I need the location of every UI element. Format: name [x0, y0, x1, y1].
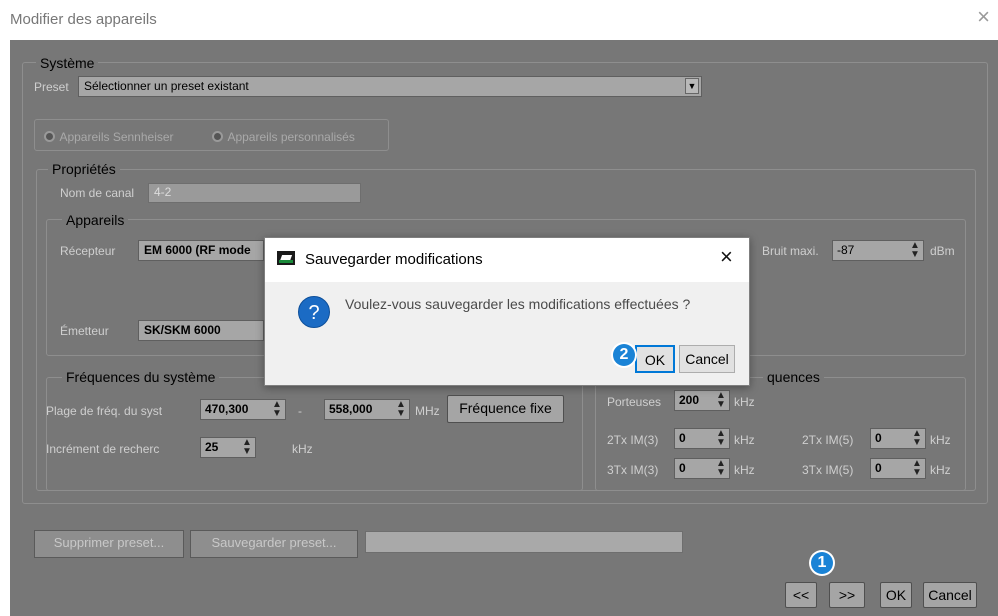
delete-preset-button[interactable]: Supprimer preset... — [34, 530, 184, 558]
im2x3-value: 0 — [679, 431, 686, 445]
fixed-frequency-button[interactable]: Fréquence fixe — [447, 395, 564, 423]
range-to-value: 558,000 — [329, 402, 373, 416]
radio-icon — [44, 131, 55, 143]
app-logo-icon — [277, 251, 295, 265]
carriers-spinbox[interactable]: 200 ▲ ▼ — [674, 390, 730, 411]
dialog-message: Voulez-vous sauvegarder les modification… — [345, 296, 691, 312]
preset-value: Sélectionner un preset existant — [84, 79, 249, 93]
im3x5-spinbox[interactable]: 0 ▲ ▼ — [870, 458, 926, 479]
channel-label: Nom de canal — [60, 186, 135, 200]
im2x3-label: 2Tx IM(3) — [607, 433, 659, 447]
proprietes-title: Propriétés — [48, 161, 120, 177]
range-unit: MHz — [415, 404, 440, 418]
im2x3-unit: kHz — [734, 433, 755, 447]
dialog-title: Sauvegarder modifications — [305, 251, 483, 268]
question-icon: ? — [298, 296, 330, 328]
step-unit: kHz — [292, 442, 313, 456]
channel-name-field[interactable]: 4-2 — [148, 183, 361, 203]
im2x5-spinbox[interactable]: 0 ▲ ▼ — [870, 428, 926, 449]
im3x3-value: 0 — [679, 461, 686, 475]
window-close-icon[interactable]: × — [977, 6, 990, 28]
spin-arrows-icon[interactable]: ▲ ▼ — [394, 400, 408, 419]
noise-spinbox[interactable]: -87 ▲ ▼ — [832, 240, 924, 261]
noise-label: Bruit maxi. — [762, 244, 819, 258]
im3x3-unit: kHz — [734, 463, 755, 477]
noise-unit: dBm — [930, 244, 955, 258]
dialog-ok-button[interactable]: OK — [635, 345, 675, 373]
next-button[interactable]: >> — [829, 582, 865, 608]
im3x5-value: 0 — [875, 461, 882, 475]
dialog-close-icon[interactable]: × — [720, 246, 733, 268]
range-to-spinbox[interactable]: 558,000 ▲ ▼ — [324, 399, 410, 420]
step-value: 25 — [205, 440, 219, 454]
frequences-title: Fréquences du système — [62, 369, 220, 385]
appareils-title: Appareils — [62, 212, 129, 228]
save-changes-dialog: Sauvegarder modifications × ? Voulez-vou… — [264, 237, 750, 386]
range-from-spinbox[interactable]: 470,300 ▲ ▼ — [200, 399, 286, 420]
radio-icon — [212, 131, 223, 143]
im2x5-unit: kHz — [930, 433, 951, 447]
spin-arrows-icon[interactable]: ▲ ▼ — [910, 459, 924, 478]
radio-sennheiser-label: Appareils Sennheiser — [59, 130, 174, 144]
receiver-select[interactable]: EM 6000 (RF mode — [138, 240, 264, 261]
previous-button[interactable]: << — [785, 582, 817, 608]
cancel-button[interactable]: Cancel — [923, 582, 977, 608]
radio-custom-label: Appareils personnalisés — [227, 130, 355, 144]
carriers-value: 200 — [679, 393, 700, 407]
intermod-title: quences — [763, 369, 824, 385]
spin-arrows-icon[interactable]: ▲ ▼ — [714, 459, 728, 478]
carriers-label: Porteuses — [607, 395, 662, 409]
im3x5-unit: kHz — [930, 463, 951, 477]
im3x3-label: 3Tx IM(3) — [607, 463, 659, 477]
ok-button[interactable]: OK — [880, 582, 912, 608]
spin-arrows-icon[interactable]: ▲ ▼ — [270, 400, 284, 419]
transmitter-select[interactable]: SK/SKM 6000 — [138, 320, 264, 341]
step-badge-1: 1 — [811, 552, 833, 574]
im3x3-spinbox[interactable]: 0 ▲ ▼ — [674, 458, 730, 479]
range-label: Plage de fréq. du syst — [46, 404, 163, 418]
dialog-cancel-button[interactable]: Cancel — [679, 345, 735, 373]
im2x3-spinbox[interactable]: 0 ▲ ▼ — [674, 428, 730, 449]
step-badge-2: 2 — [613, 344, 635, 366]
range-from-value: 470,300 — [205, 402, 249, 416]
chevron-down-icon[interactable]: ▼ — [685, 78, 699, 94]
radio-custom[interactable]: Appareils personnalisés — [212, 128, 355, 146]
receiver-label: Récepteur — [60, 244, 116, 258]
spin-arrows-icon[interactable]: ▲ ▼ — [714, 391, 728, 410]
noise-value: -87 — [837, 243, 855, 257]
im2x5-value: 0 — [875, 431, 882, 445]
window-title: Modifier des appareils — [10, 11, 157, 28]
dialog-titlebar: Sauvegarder modifications × — [265, 238, 749, 282]
step-spinbox[interactable]: 25 ▲ ▼ — [200, 437, 256, 458]
preset-select[interactable]: Sélectionner un preset existant ▼ — [78, 76, 702, 97]
preset-name-field[interactable] — [365, 531, 683, 553]
radio-sennheiser[interactable]: Appareils Sennheiser — [44, 128, 174, 146]
spin-arrows-icon[interactable]: ▲ ▼ — [910, 429, 924, 448]
carriers-unit: kHz — [734, 395, 755, 409]
window-titlebar: Modifier des appareils × — [0, 0, 998, 40]
im2x5-label: 2Tx IM(5) — [802, 433, 854, 447]
spin-arrows-icon[interactable]: ▲ ▼ — [908, 241, 922, 260]
preset-label: Preset — [34, 80, 69, 94]
im3x5-label: 3Tx IM(5) — [802, 463, 854, 477]
systeme-title: Système — [36, 55, 99, 71]
range-separator: - — [298, 404, 302, 418]
spin-arrows-icon[interactable]: ▲ ▼ — [714, 429, 728, 448]
step-label: Incrément de recherc — [46, 442, 160, 456]
spin-arrows-icon[interactable]: ▲ ▼ — [240, 438, 254, 457]
save-preset-button[interactable]: Sauvegarder preset... — [190, 530, 358, 558]
transmitter-label: Émetteur — [60, 324, 109, 338]
